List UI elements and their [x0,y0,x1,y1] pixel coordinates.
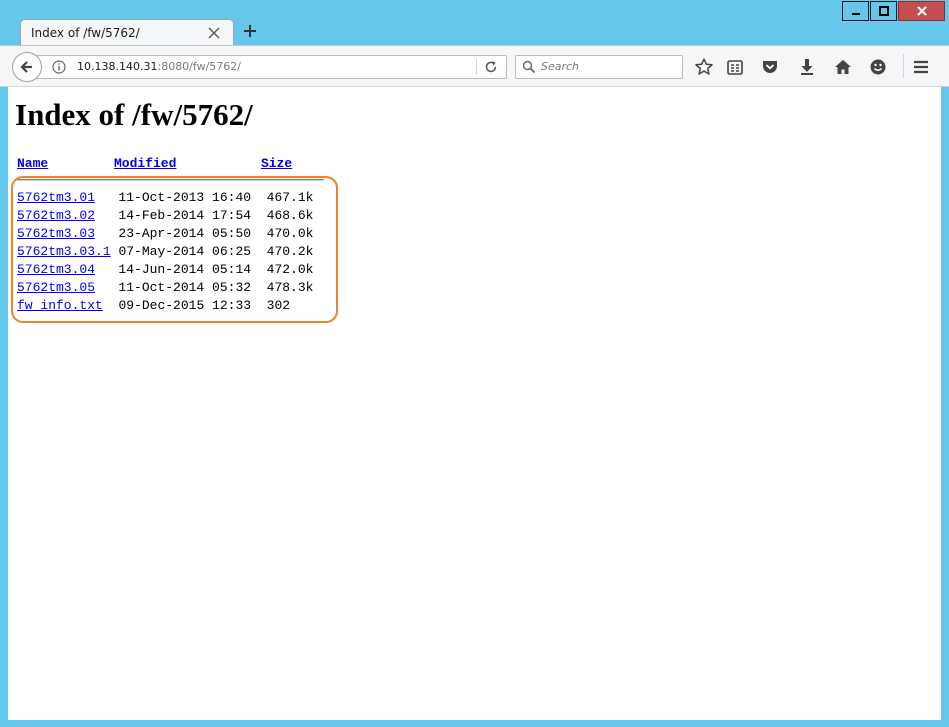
minimize-icon [851,13,860,15]
home-icon[interactable] [833,57,853,77]
url-separator [476,59,477,75]
search-placeholder: Search [541,60,580,73]
page-content: Index of /fw/5762/ Name Modified Size 57… [8,87,941,720]
back-arrow-icon [20,61,32,73]
back-button[interactable] [12,52,42,82]
feedback-smiley-icon[interactable] [868,57,888,77]
search-box[interactable]: Search [515,55,683,79]
url-path: :8080/fw/5762/ [157,60,241,73]
minimize-button[interactable] [842,1,869,21]
reading-list-icon[interactable] [725,57,745,77]
tab-index[interactable]: Index of /fw/5762/ [20,19,234,46]
toolbar-separator [903,54,904,78]
page-title: Index of /fw/5762/ [15,97,253,132]
close-tab-icon[interactable] [207,26,221,40]
url-text: 10.138.140.31:8080/fw/5762/ [77,60,241,73]
new-tab-icon[interactable] [242,23,258,39]
download-icon[interactable] [797,57,817,77]
close-icon [916,6,927,16]
url-host: 10.138.140.31 [77,60,158,73]
highlight-annotation [11,176,338,323]
pocket-icon[interactable] [760,57,780,77]
nav-toolbar: 10.138.140.31:8080/fw/5762/ Search [0,45,949,87]
tab-title: Index of /fw/5762/ [31,26,140,40]
url-bar[interactable]: 10.138.140.31:8080/fw/5762/ [28,55,507,79]
bookmark-star-icon[interactable] [694,57,714,77]
close-window-button[interactable] [898,1,945,21]
sort-by-size-link[interactable]: Size [261,156,292,171]
window-controls [841,1,945,21]
maximize-button[interactable] [870,1,897,21]
maximize-icon [878,6,889,16]
reload-icon[interactable] [484,60,498,74]
info-icon[interactable] [52,60,66,74]
sort-by-name-link[interactable]: Name [17,156,48,171]
hamburger-menu-icon[interactable] [911,57,931,77]
search-icon [522,60,536,74]
sort-by-modified-link[interactable]: Modified [114,156,176,171]
